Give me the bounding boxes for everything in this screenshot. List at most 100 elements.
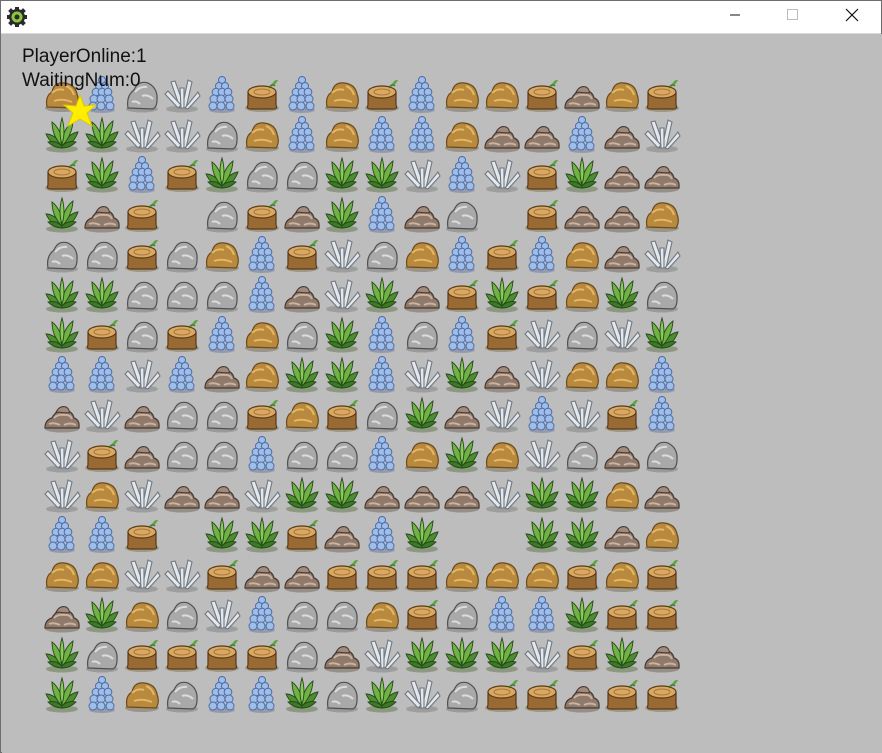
gray-boulder-tile[interactable]	[122, 274, 162, 314]
leafy-bush-tile[interactable]	[402, 514, 442, 554]
gray-boulder-tile[interactable]	[442, 594, 482, 634]
rock-pile-tile[interactable]	[562, 674, 602, 714]
white-crystal-tile[interactable]	[482, 474, 522, 514]
rock-pile-tile[interactable]	[642, 154, 682, 194]
white-crystal-tile[interactable]	[162, 114, 202, 154]
tree-stump-tile[interactable]	[522, 674, 562, 714]
tree-stump-tile[interactable]	[162, 634, 202, 674]
white-crystal-tile[interactable]	[242, 474, 282, 514]
brown-rock-tile[interactable]	[82, 554, 122, 594]
leafy-bush-tile[interactable]	[282, 354, 322, 394]
leafy-bush-tile[interactable]	[202, 154, 242, 194]
gray-boulder-tile[interactable]	[362, 394, 402, 434]
gray-boulder-tile[interactable]	[162, 234, 202, 274]
white-crystal-tile[interactable]	[122, 354, 162, 394]
gray-boulder-tile[interactable]	[202, 194, 242, 234]
leafy-bush-tile[interactable]	[42, 634, 82, 674]
tree-stump-tile[interactable]	[482, 314, 522, 354]
blue-crystal-tile[interactable]	[362, 354, 402, 394]
tree-stump-tile[interactable]	[202, 634, 242, 674]
blue-crystal-tile[interactable]	[282, 114, 322, 154]
gray-boulder-tile[interactable]	[162, 274, 202, 314]
tree-stump-tile[interactable]	[442, 274, 482, 314]
gray-boulder-tile[interactable]	[322, 434, 362, 474]
maximize-button[interactable]	[764, 1, 822, 33]
tree-stump-tile[interactable]	[642, 674, 682, 714]
white-crystal-tile[interactable]	[562, 394, 602, 434]
leafy-bush-tile[interactable]	[282, 474, 322, 514]
rock-pile-tile[interactable]	[522, 114, 562, 154]
rock-pile-tile[interactable]	[482, 114, 522, 154]
white-crystal-tile[interactable]	[402, 354, 442, 394]
leafy-bush-tile[interactable]	[482, 274, 522, 314]
blue-crystal-tile[interactable]	[242, 234, 282, 274]
blue-crystal-tile[interactable]	[42, 514, 82, 554]
rock-pile-tile[interactable]	[282, 554, 322, 594]
tree-stump-tile[interactable]	[242, 74, 282, 114]
rock-pile-tile[interactable]	[202, 474, 242, 514]
tree-stump-tile[interactable]	[122, 634, 162, 674]
white-crystal-tile[interactable]	[82, 394, 122, 434]
brown-rock-tile[interactable]	[442, 74, 482, 114]
blue-crystal-tile[interactable]	[242, 434, 282, 474]
brown-rock-tile[interactable]	[562, 274, 602, 314]
brown-rock-tile[interactable]	[202, 234, 242, 274]
white-crystal-tile[interactable]	[162, 74, 202, 114]
blue-crystal-tile[interactable]	[242, 594, 282, 634]
blue-crystal-tile[interactable]	[162, 354, 202, 394]
blue-crystal-tile[interactable]	[282, 74, 322, 114]
gray-boulder-tile[interactable]	[162, 434, 202, 474]
tree-stump-tile[interactable]	[282, 514, 322, 554]
blue-crystal-tile[interactable]	[482, 594, 522, 634]
gray-boulder-tile[interactable]	[442, 194, 482, 234]
leafy-bush-tile[interactable]	[562, 474, 602, 514]
brown-rock-tile[interactable]	[322, 74, 362, 114]
leafy-bush-tile[interactable]	[402, 634, 442, 674]
gray-boulder-tile[interactable]	[282, 154, 322, 194]
game-canvas[interactable]: PlayerOnline:1 WaitingNum:0	[2, 34, 882, 753]
rock-pile-tile[interactable]	[642, 474, 682, 514]
gray-boulder-tile[interactable]	[202, 394, 242, 434]
minimize-button[interactable]	[706, 1, 764, 33]
tree-stump-tile[interactable]	[522, 274, 562, 314]
tree-stump-tile[interactable]	[522, 194, 562, 234]
white-crystal-tile[interactable]	[522, 314, 562, 354]
blue-crystal-tile[interactable]	[402, 74, 442, 114]
white-crystal-tile[interactable]	[482, 394, 522, 434]
leafy-bush-tile[interactable]	[362, 674, 402, 714]
rock-pile-tile[interactable]	[402, 274, 442, 314]
rock-pile-tile[interactable]	[642, 634, 682, 674]
tree-stump-tile[interactable]	[642, 554, 682, 594]
rock-pile-tile[interactable]	[122, 434, 162, 474]
gray-boulder-tile[interactable]	[282, 434, 322, 474]
white-crystal-tile[interactable]	[482, 154, 522, 194]
white-crystal-tile[interactable]	[522, 634, 562, 674]
brown-rock-tile[interactable]	[482, 74, 522, 114]
tree-stump-tile[interactable]	[322, 394, 362, 434]
brown-rock-tile[interactable]	[562, 234, 602, 274]
gray-boulder-tile[interactable]	[562, 434, 602, 474]
rock-pile-tile[interactable]	[602, 514, 642, 554]
tree-stump-tile[interactable]	[642, 74, 682, 114]
rock-pile-tile[interactable]	[82, 194, 122, 234]
white-crystal-tile[interactable]	[162, 554, 202, 594]
white-crystal-tile[interactable]	[642, 234, 682, 274]
gray-boulder-tile[interactable]	[202, 434, 242, 474]
tree-stump-tile[interactable]	[82, 314, 122, 354]
rock-pile-tile[interactable]	[282, 274, 322, 314]
rock-pile-tile[interactable]	[482, 354, 522, 394]
leafy-bush-tile[interactable]	[442, 634, 482, 674]
blue-crystal-tile[interactable]	[362, 194, 402, 234]
gray-boulder-tile[interactable]	[242, 154, 282, 194]
blue-crystal-tile[interactable]	[202, 314, 242, 354]
empty-cell[interactable]	[482, 514, 522, 554]
tree-stump-tile[interactable]	[242, 194, 282, 234]
rock-pile-tile[interactable]	[442, 394, 482, 434]
leafy-bush-tile[interactable]	[82, 274, 122, 314]
empty-cell[interactable]	[482, 194, 522, 234]
leafy-bush-tile[interactable]	[562, 154, 602, 194]
rock-pile-tile[interactable]	[602, 234, 642, 274]
tree-stump-tile[interactable]	[202, 554, 242, 594]
rock-pile-tile[interactable]	[562, 194, 602, 234]
tree-stump-tile[interactable]	[362, 554, 402, 594]
